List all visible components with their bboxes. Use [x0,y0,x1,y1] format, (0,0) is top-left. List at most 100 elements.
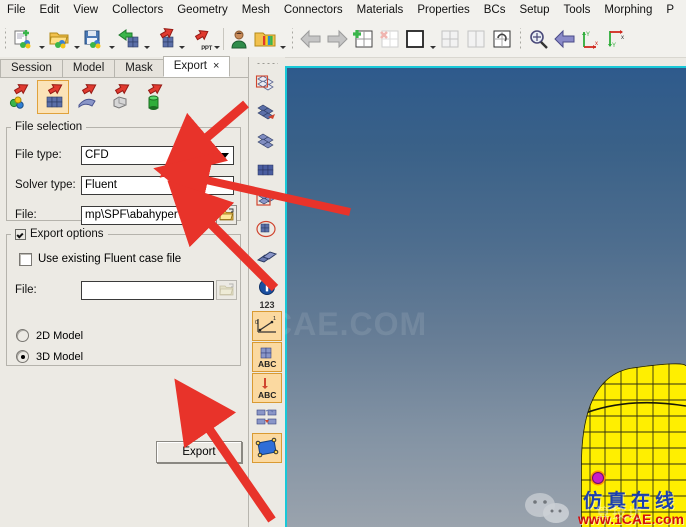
model-2d-row[interactable]: 2D Model [7,325,240,346]
single-window-icon[interactable] [402,25,428,53]
radio-2d-model-label: 2D Model [36,329,84,342]
color-folder-icon[interactable] [252,25,278,53]
open-folder-icon[interactable] [216,205,237,225]
chevron-down-icon[interactable] [218,179,231,192]
export-ppt-dropdown-icon[interactable] [212,21,221,57]
open-model-icon[interactable] [46,25,72,53]
user-profile-icon[interactable] [226,25,252,53]
surface-patch-icon[interactable] [252,433,282,463]
axis-xy-icon[interactable]: Y x [578,25,604,53]
info-icon[interactable] [253,273,281,301]
menu-item-post[interactable]: P [659,2,681,18]
export-button[interactable]: Export [156,441,242,463]
export-mesh-icon[interactable] [37,80,69,114]
fit-view-icon[interactable] [526,25,552,53]
measure-graph-icon[interactable]: 0 1 [252,311,282,341]
new-model-dropdown-icon[interactable] [37,21,46,57]
tab-export[interactable]: Export × [162,56,231,77]
export-options-file-input[interactable] [81,280,214,300]
color-folder-dropdown-icon[interactable] [278,21,287,57]
graphics-viewport[interactable]: CAE.COM [285,66,686,527]
rotate-view-icon[interactable] [552,25,578,53]
export-geometry-icon[interactable] [72,81,102,113]
tab-model[interactable]: Model [61,59,116,77]
corner-watermark-ghost: 算技坊 [595,505,644,521]
radio-2d-model[interactable] [16,329,29,342]
arrow-abc-icon[interactable]: ABC [252,373,282,403]
axis-yx-icon[interactable]: Y x [604,25,630,53]
menu-bar: File Edit View Collectors Geometry Mesh … [0,0,686,21]
transform-icon[interactable] [253,404,281,432]
forward-arrow-icon[interactable] [324,25,350,53]
svg-text:x: x [595,41,598,47]
radio-3d-model[interactable] [16,350,29,363]
new-model-icon[interactable] [11,25,37,53]
file-selection-title: File selection [11,121,87,133]
use-existing-case-checkbox[interactable] [19,252,32,266]
solver-type-combo[interactable]: Fluent [81,175,234,195]
menu-item-geometry[interactable]: Geometry [170,2,235,18]
open-model-dropdown-icon[interactable] [72,21,81,57]
menu-item-materials[interactable]: Materials [350,2,411,18]
export-icon[interactable] [151,25,177,53]
solver-type-label: Solver type: [15,179,76,191]
svg-text:ABC: ABC [258,359,276,368]
menu-item-mesh[interactable]: Mesh [235,2,277,18]
mesh-solid-icon[interactable] [253,128,281,156]
export-cylinder-icon[interactable] [138,81,168,113]
menu-item-tools[interactable]: Tools [557,2,598,18]
save-model-dropdown-icon[interactable] [107,21,116,57]
menu-item-morphing[interactable]: Morphing [597,2,659,18]
menu-item-edit[interactable]: Edit [33,2,67,18]
import-icon[interactable] [116,25,142,53]
export-dropdown-icon[interactable] [177,21,186,57]
mesh-node-icon[interactable] [253,99,281,127]
menu-item-properties[interactable]: Properties [410,2,476,18]
tab-session[interactable]: Session [0,59,63,77]
mesh-dense-icon[interactable] [253,157,281,185]
file-path-input[interactable]: mp\SPF\abahyper\tmp.cas [81,205,214,225]
radio-3d-model-label: 3D Model [36,350,84,363]
export-solid-icon[interactable] [105,81,135,113]
vertical-toolbar-grip[interactable] [256,60,278,68]
open-folder-disabled-icon[interactable] [216,280,237,300]
model-mesh [581,363,686,527]
tab-mask-label: Mask [125,62,153,74]
mesh-select-icon[interactable] [253,186,281,214]
menu-item-connectors[interactable]: Connectors [277,2,350,18]
mesh-shrink-icon[interactable] [253,244,281,272]
window-layout-dropdown-icon[interactable] [428,21,437,57]
menu-item-bcs[interactable]: BCs [477,2,513,18]
export-solver-deck-icon[interactable] [4,81,34,113]
export-options-toggle-checkbox[interactable] [15,228,26,240]
import-dropdown-icon[interactable] [142,21,151,57]
mesh-edit-icon[interactable] [253,70,281,98]
tab-mask[interactable]: Mask [114,59,164,77]
two-window-icon[interactable] [463,25,489,53]
file-type-row: File type: CFD [7,142,240,168]
tab-session-label: Session [11,62,52,74]
add-page-icon[interactable] [350,25,376,53]
delete-page-icon[interactable] [376,25,402,53]
file-type-combo[interactable]: CFD [81,145,234,165]
model-3d-row[interactable]: 3D Model [7,346,240,367]
sync-window-icon[interactable] [489,25,515,53]
toolbar-grip-2[interactable] [290,27,295,50]
export-ppt-icon[interactable]: PPT [186,25,212,53]
back-arrow-icon[interactable] [298,25,324,53]
chevron-down-icon[interactable] [218,149,231,162]
menu-item-setup[interactable]: Setup [512,2,556,18]
application-window: File Edit View Collectors Geometry Mesh … [0,0,686,527]
toolbar-grip[interactable] [3,27,8,50]
menu-item-view[interactable]: View [66,2,105,18]
menu-item-file[interactable]: File [0,2,33,18]
four-window-icon[interactable] [437,25,463,53]
label-abc-icon[interactable]: ABC [252,342,282,372]
toolbar-grip-3[interactable] [518,27,523,50]
tab-export-label: Export [173,60,207,72]
vertical-toolbar: 123 0 1 ABC ABC [249,57,285,527]
close-icon[interactable]: × [213,61,219,72]
save-model-icon[interactable] [81,25,107,53]
mesh-circle-icon[interactable] [253,215,281,243]
menu-item-collectors[interactable]: Collectors [105,2,170,18]
